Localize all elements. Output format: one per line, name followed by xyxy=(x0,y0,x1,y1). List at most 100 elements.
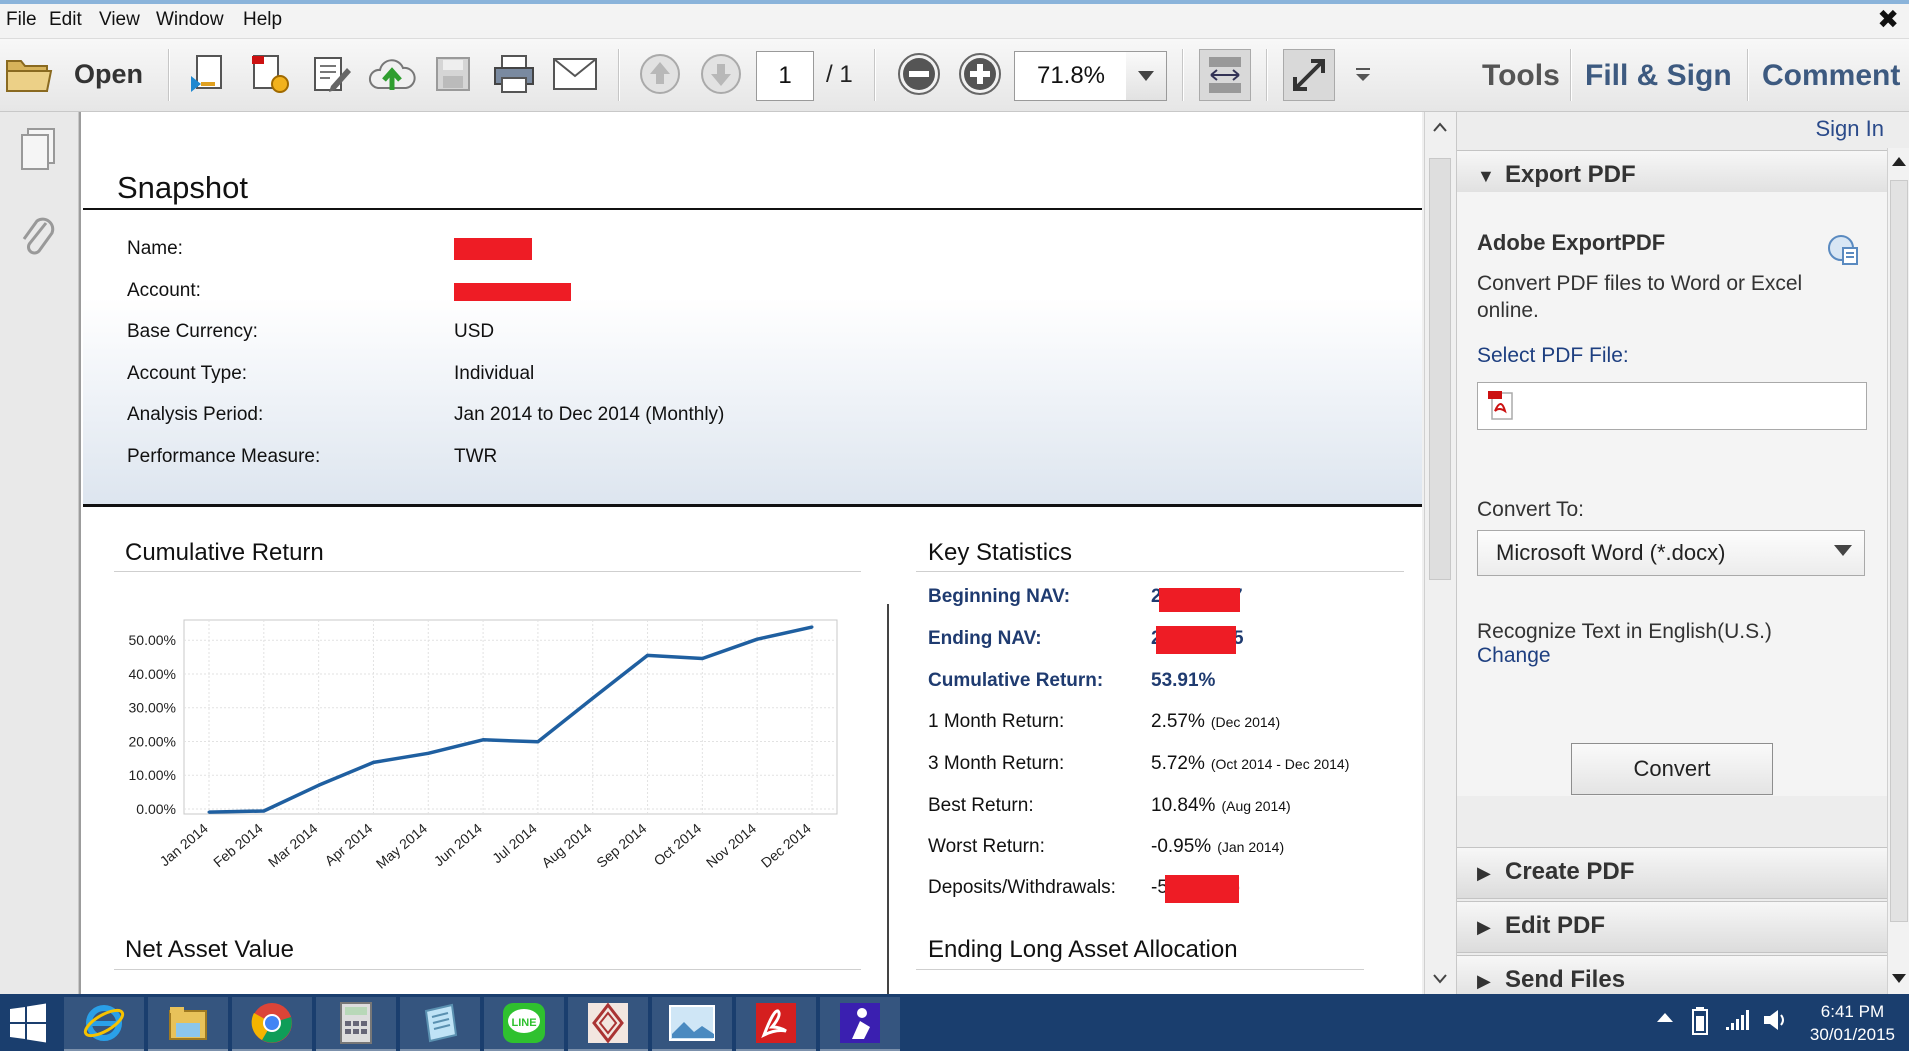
adobe-exportpdf-description: Convert PDF files to Word or Excel onlin… xyxy=(1477,272,1803,322)
page-down-icon[interactable] xyxy=(696,49,746,99)
toolbar: Open 1 / 1 71.8% Tools Fill & Sign Comme… xyxy=(0,39,1909,112)
document-scrollbar[interactable] xyxy=(1424,112,1455,994)
y-tick-label: 10.00% xyxy=(129,767,176,783)
zoom-dropdown-icon[interactable] xyxy=(1126,51,1167,101)
collapsed-triangle-icon: ▶ xyxy=(1477,971,1491,991)
x-tick-label: Sep 2014 xyxy=(593,820,649,871)
column-divider xyxy=(887,604,889,994)
x-tick-label: Dec 2014 xyxy=(758,820,814,871)
system-clock[interactable]: 6:41 PM 30/01/2015 xyxy=(1810,1000,1895,1046)
toolbar-divider xyxy=(1266,49,1268,101)
scroll-thumb[interactable] xyxy=(1890,180,1908,922)
network-signal-icon[interactable] xyxy=(1724,1008,1750,1032)
zoom-input[interactable]: 71.8% xyxy=(1014,51,1128,101)
convert-button[interactable]: Convert xyxy=(1571,743,1773,795)
menu-help[interactable]: Help xyxy=(243,9,282,31)
tab-comment[interactable]: Comment xyxy=(1762,59,1900,93)
battery-icon[interactable] xyxy=(1688,1006,1712,1036)
navigation-pane xyxy=(0,112,79,994)
clock-date: 30/01/2015 xyxy=(1809,1025,1895,1044)
volume-icon[interactable] xyxy=(1762,1008,1788,1032)
change-language-link[interactable]: Change xyxy=(1477,644,1551,668)
page-thumbnails-icon[interactable] xyxy=(14,126,62,174)
select-pdf-label: Select PDF File: xyxy=(1477,344,1629,367)
scroll-down-icon[interactable] xyxy=(1892,974,1906,984)
print-icon[interactable] xyxy=(489,49,539,99)
file-explorer-icon[interactable] xyxy=(148,997,228,1051)
tools-pane-scrollbar[interactable] xyxy=(1887,148,1909,994)
zoom-in-icon[interactable] xyxy=(955,49,1005,99)
scroll-down-icon[interactable] xyxy=(1433,974,1447,984)
tab-tools[interactable]: Tools xyxy=(1482,59,1560,93)
windows-start-icon[interactable] xyxy=(0,997,56,1049)
snapshot-value-period: Jan 2014 to Dec 2014 (Monthly) xyxy=(454,404,725,425)
tab-fill-sign[interactable]: Fill & Sign xyxy=(1585,59,1732,93)
fullscreen-icon[interactable] xyxy=(1283,49,1335,101)
combine-files-icon[interactable] xyxy=(245,49,295,99)
adobe-reader-icon[interactable] xyxy=(736,997,816,1051)
menu-file[interactable]: File xyxy=(6,9,37,31)
export-pdf-panel: Adobe ExportPDF Convert PDF files to Wor… xyxy=(1457,192,1887,796)
scroll-up-icon[interactable] xyxy=(1892,156,1906,166)
data-point xyxy=(646,653,650,657)
snapshot-label-account-type: Account Type: xyxy=(127,363,248,384)
x-tick-label: Apr 2014 xyxy=(322,820,376,869)
recognize-text-label: Recognize Text in English(U.S.) xyxy=(1477,620,1772,643)
photo-viewer-icon[interactable] xyxy=(652,997,732,1051)
open-button[interactable]: Open xyxy=(74,59,143,90)
notepad-icon[interactable] xyxy=(400,997,480,1051)
app-diamond-icon[interactable] xyxy=(568,997,648,1051)
scroll-thumb[interactable] xyxy=(1429,158,1451,580)
y-tick-label: 20.00% xyxy=(129,733,176,749)
edit-pdf-header[interactable]: ▶ Edit PDF xyxy=(1457,901,1887,953)
data-point xyxy=(317,783,321,787)
x-tick-label: Feb 2014 xyxy=(210,820,266,870)
export-info-icon[interactable] xyxy=(1827,234,1861,268)
x-tick-label: Nov 2014 xyxy=(703,820,759,871)
internet-explorer-icon[interactable] xyxy=(64,997,144,1051)
toolbar-divider xyxy=(618,49,620,101)
menu-view[interactable]: View xyxy=(99,9,140,31)
menu-window[interactable]: Window xyxy=(156,9,224,31)
menu-edit[interactable]: Edit xyxy=(49,9,82,31)
snapshot-label-account: Account: xyxy=(127,280,201,301)
attachments-icon[interactable] xyxy=(14,212,62,260)
x-tick-label: Aug 2014 xyxy=(538,820,594,871)
convert-to-select[interactable]: Microsoft Word (*.docx) xyxy=(1477,530,1865,576)
document-viewport[interactable]: Snapshot Name: Account: Base Currency: U… xyxy=(79,112,1422,994)
app-figure-icon[interactable] xyxy=(820,997,900,1051)
save-icon[interactable] xyxy=(428,49,478,99)
fit-page-icon[interactable] xyxy=(1199,49,1251,101)
edit-document-icon[interactable] xyxy=(306,49,356,99)
data-point xyxy=(426,751,430,755)
email-icon[interactable] xyxy=(550,49,600,99)
snapshot-label-currency: Base Currency: xyxy=(127,321,258,342)
sign-in-link[interactable]: Sign In xyxy=(1816,116,1885,142)
calculator-icon[interactable] xyxy=(316,997,396,1051)
page-up-icon[interactable] xyxy=(635,49,685,99)
x-tick-label: Jun 2014 xyxy=(431,820,486,869)
create-pdf-header[interactable]: ▶ Create PDF xyxy=(1457,847,1887,899)
cloud-upload-icon[interactable] xyxy=(367,49,417,99)
close-document-icon[interactable]: ✖ xyxy=(1877,4,1899,35)
line-app-icon[interactable]: LINE xyxy=(484,997,564,1051)
menu-bar: File Edit View Window Help ✖ xyxy=(0,0,1909,39)
select-pdf-file-field[interactable] xyxy=(1477,382,1867,430)
cumulative-return-title: Cumulative Return xyxy=(125,539,324,566)
net-asset-value-title: Net Asset Value xyxy=(125,936,294,963)
toolbar-menu-icon[interactable] xyxy=(1338,49,1388,99)
snapshot-title: Snapshot xyxy=(117,170,248,205)
chrome-icon[interactable] xyxy=(232,997,312,1051)
page-number-input[interactable]: 1 xyxy=(756,51,814,101)
collapsed-triangle-icon: ▶ xyxy=(1477,863,1491,883)
tools-pane: Sign In ▼ Export PDF Adobe ExportPDF Con… xyxy=(1456,112,1909,1007)
title-strip xyxy=(0,0,1909,4)
data-point xyxy=(700,656,704,660)
collapsed-triangle-icon: ▶ xyxy=(1477,917,1491,937)
scroll-up-icon[interactable] xyxy=(1433,122,1447,132)
folder-open-icon[interactable] xyxy=(4,49,54,99)
show-hidden-icons-icon[interactable] xyxy=(1656,1010,1674,1024)
zoom-out-icon[interactable] xyxy=(894,49,944,99)
create-pdf-icon[interactable] xyxy=(184,49,234,99)
data-point xyxy=(262,809,266,813)
